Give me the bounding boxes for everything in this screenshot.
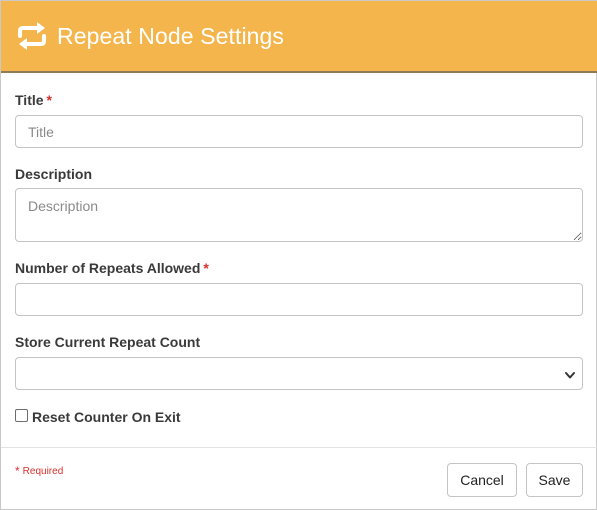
dialog-header: Repeat Node Settings	[1, 1, 597, 73]
required-note-mark: *	[15, 464, 20, 478]
description-input[interactable]	[15, 188, 583, 242]
repeats-required-mark: *	[203, 260, 209, 276]
title-required-mark: *	[46, 92, 52, 108]
save-button[interactable]: Save	[526, 463, 583, 497]
footer-divider	[1, 447, 597, 448]
chevron-down-icon	[564, 368, 576, 380]
dialog-title: Repeat Node Settings	[57, 22, 285, 49]
title-label: Title *	[15, 92, 52, 108]
reset-counter-label[interactable]: Reset Counter On Exit	[32, 409, 181, 425]
store-count-label: Store Current Repeat Count	[15, 334, 201, 350]
repeats-label-text: Number of Repeats Allowed	[15, 260, 201, 276]
repeat-node-settings-dialog: Repeat Node Settings Title* Description …	[0, 0, 597, 510]
store-count-select[interactable]	[15, 357, 583, 390]
description-label: Description	[15, 166, 93, 182]
repeats-label: Number of Repeats Allowed *	[15, 260, 209, 276]
cancel-button[interactable]: Cancel	[447, 463, 517, 497]
title-input[interactable]	[15, 115, 583, 148]
title-label-text: Title	[15, 92, 44, 108]
required-note: * Required	[15, 464, 64, 480]
reset-counter-checkbox[interactable]	[15, 409, 28, 422]
repeats-input[interactable]	[15, 283, 583, 316]
repeat-icon	[15, 19, 49, 53]
required-note-text: Required	[22, 466, 64, 477]
